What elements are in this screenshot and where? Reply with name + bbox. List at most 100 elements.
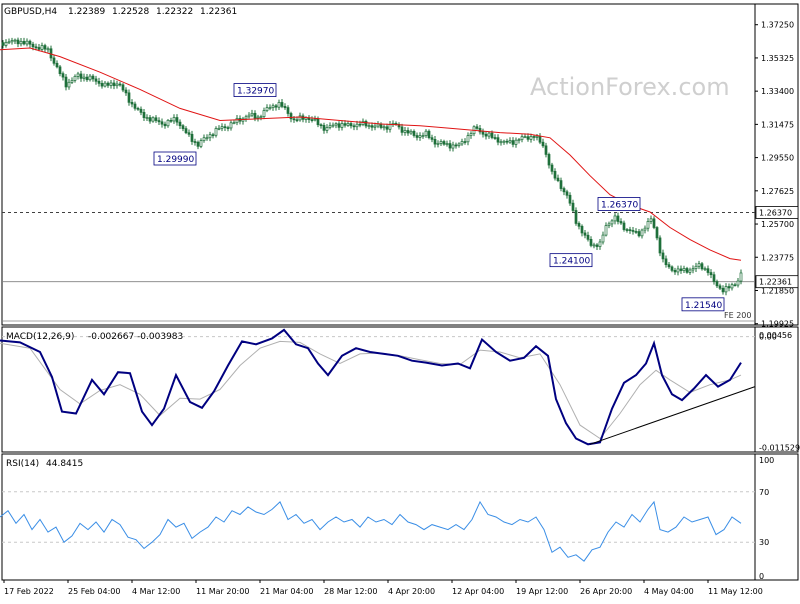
candle-body bbox=[313, 118, 317, 121]
macd-title: MACD(12,26,9) bbox=[6, 332, 74, 342]
candle-body bbox=[340, 123, 344, 128]
candle-body bbox=[199, 140, 203, 147]
candle-body bbox=[448, 143, 452, 149]
macd-values: -0.002667 -0.003983 bbox=[88, 332, 183, 342]
macd-y-tick-label: -0.011529 bbox=[759, 443, 800, 452]
swing-label-text: 1.29990 bbox=[157, 155, 194, 165]
swing-label-text: 1.24100 bbox=[553, 257, 590, 267]
candle-body bbox=[484, 133, 488, 137]
candle-body bbox=[334, 123, 338, 126]
candle-body bbox=[37, 47, 41, 50]
candle-body bbox=[535, 135, 539, 138]
candle-body bbox=[658, 237, 662, 254]
candle-body bbox=[43, 45, 47, 50]
candle-body bbox=[310, 119, 314, 121]
candle-body bbox=[25, 40, 29, 45]
candle-body bbox=[196, 141, 200, 147]
candle-body bbox=[91, 75, 95, 80]
candle-body bbox=[628, 229, 632, 231]
candle-body bbox=[40, 45, 44, 50]
candle-body bbox=[61, 73, 65, 78]
price-y-tick-label: 1.19925 bbox=[761, 320, 794, 329]
candle-body bbox=[286, 107, 290, 114]
candle-body bbox=[214, 128, 218, 136]
price-y-tick-label: 1.31475 bbox=[761, 120, 794, 129]
candle-body bbox=[571, 202, 575, 211]
candle-body bbox=[88, 75, 92, 81]
candle-body bbox=[337, 123, 341, 128]
candle-body bbox=[709, 272, 713, 276]
x-tick-label: 19 Apr 12:00 bbox=[516, 587, 568, 596]
candle-body bbox=[382, 126, 386, 129]
candle-body bbox=[118, 83, 122, 86]
candle-body bbox=[418, 135, 422, 138]
candle-body bbox=[289, 113, 293, 120]
candle-body bbox=[319, 124, 323, 127]
x-tick-label: 4 Apr 20:00 bbox=[388, 587, 435, 596]
candle-body bbox=[625, 229, 629, 231]
candle-body bbox=[166, 120, 170, 127]
candle-body bbox=[436, 143, 440, 145]
candle-body bbox=[280, 102, 284, 107]
candle-body bbox=[583, 232, 587, 236]
candle-body bbox=[679, 268, 683, 271]
swing-label-text: 1.21540 bbox=[685, 301, 722, 311]
candle-body bbox=[259, 116, 263, 119]
candle-body bbox=[343, 123, 347, 126]
price-y-tick-label: 1.23775 bbox=[761, 253, 794, 262]
candle-body bbox=[589, 238, 593, 246]
candle-body bbox=[76, 73, 80, 77]
candle-body bbox=[235, 118, 239, 124]
candle-body bbox=[217, 127, 221, 130]
candle-body bbox=[169, 120, 173, 122]
candle-body bbox=[460, 141, 464, 145]
candle-body bbox=[541, 141, 545, 147]
x-tick-label: 25 Feb 04:00 bbox=[68, 587, 120, 596]
chart-container: 1.26370 1.22361 FE 200 1.32970 1.29990 1.2637… bbox=[0, 0, 800, 600]
candle-body bbox=[586, 234, 590, 240]
candle-body bbox=[358, 123, 362, 126]
candle-body bbox=[373, 125, 377, 128]
candle-body bbox=[145, 117, 149, 119]
candle-body bbox=[610, 220, 614, 225]
candle-body bbox=[133, 103, 137, 109]
candle-body bbox=[697, 263, 701, 267]
candle-body bbox=[514, 139, 518, 145]
candle-body bbox=[106, 82, 110, 86]
candle-body bbox=[10, 40, 14, 43]
candle-body bbox=[646, 221, 650, 229]
candle-body bbox=[526, 136, 530, 140]
candle-body bbox=[70, 79, 74, 83]
candle-body bbox=[661, 252, 665, 260]
candle-body bbox=[265, 107, 269, 111]
candle-body bbox=[577, 223, 581, 227]
price-y-tick-label: 1.29550 bbox=[761, 154, 794, 163]
candle-body bbox=[619, 221, 623, 224]
candle-body bbox=[556, 177, 560, 181]
watermark-text: ActionForex.com bbox=[530, 73, 730, 101]
candle-body bbox=[634, 231, 638, 233]
candle-body bbox=[316, 118, 320, 126]
candle-body bbox=[454, 144, 458, 147]
candle-body bbox=[682, 268, 686, 271]
candle-body bbox=[553, 170, 557, 179]
candle-body bbox=[16, 39, 20, 45]
candle-body bbox=[190, 133, 194, 142]
candle-body bbox=[331, 124, 335, 127]
candle-body bbox=[346, 123, 350, 126]
candle-body bbox=[109, 82, 113, 86]
candle-body bbox=[706, 268, 710, 273]
candle-body bbox=[694, 265, 698, 269]
candle-body bbox=[73, 75, 77, 81]
rsi-y-tick-label: 70 bbox=[759, 488, 769, 497]
candle-body bbox=[664, 258, 668, 266]
rsi-y-tick-label: 30 bbox=[759, 538, 769, 547]
candle-body bbox=[181, 125, 185, 129]
swing-label-text: 1.26370 bbox=[601, 200, 638, 210]
candle-body bbox=[244, 116, 248, 120]
candle-body bbox=[400, 126, 404, 133]
candle-body bbox=[157, 120, 161, 123]
candle-body bbox=[298, 115, 302, 121]
candle-body bbox=[256, 116, 260, 119]
candle-body bbox=[415, 135, 419, 138]
